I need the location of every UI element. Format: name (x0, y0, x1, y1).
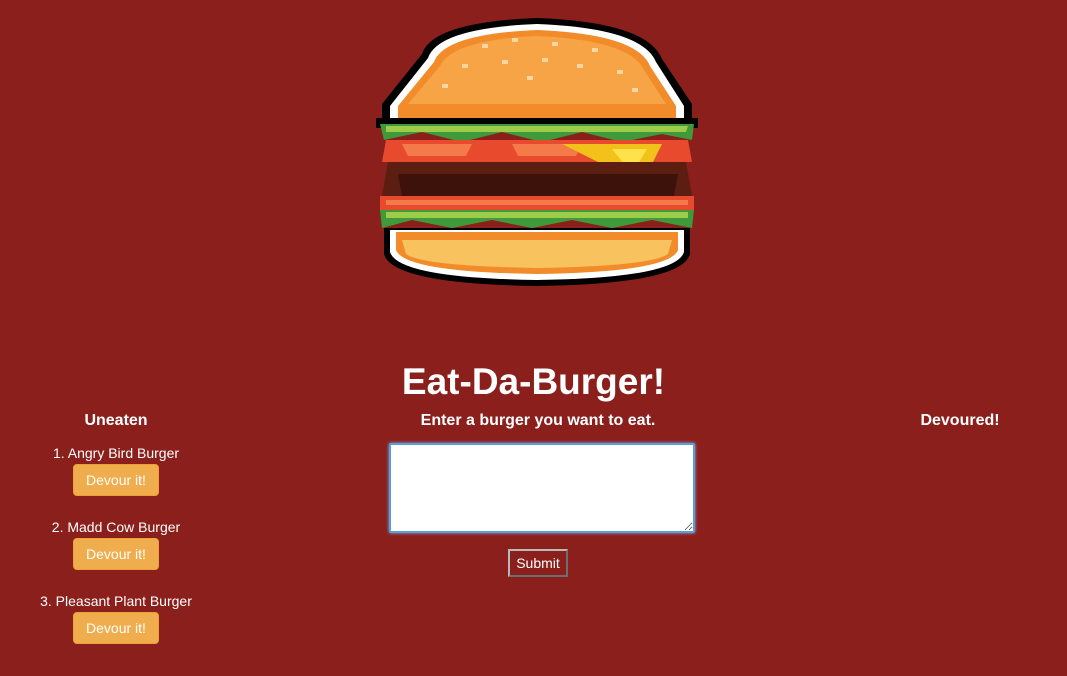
pixel-burger-icon (376, 18, 698, 286)
burger-name: 1. Angry Bird Burger (52, 445, 180, 461)
list-item: 2. Madd Cow Burger Devour it! (16, 518, 216, 592)
uneaten-list: 1. Angry Bird Burger Devour it! 2. Madd … (16, 444, 216, 666)
burger-input-label: Enter a burger you want to eat. (420, 412, 656, 429)
list-item: 1. Angry Bird Burger Devour it! (16, 444, 216, 518)
uneaten-heading: Uneaten (84, 412, 148, 429)
burger-name: 2. Madd Cow Burger (51, 519, 181, 535)
burger-name: 3. Pleasant Plant Burger (40, 593, 192, 609)
burger-input[interactable] (389, 443, 695, 533)
devour-button[interactable]: Devour it! (73, 538, 159, 570)
page-title: Eat-Da-Burger! (401, 361, 666, 402)
devour-button[interactable]: Devour it! (73, 612, 159, 644)
devoured-heading: Devoured! (920, 412, 1000, 429)
devour-button[interactable]: Devour it! (73, 464, 159, 496)
submit-button[interactable]: Submit (508, 549, 568, 577)
list-item: 3. Pleasant Plant Burger Devour it! (16, 592, 216, 666)
page: Eat-Da-Burger! Uneaten Enter a burger yo… (0, 0, 1067, 676)
